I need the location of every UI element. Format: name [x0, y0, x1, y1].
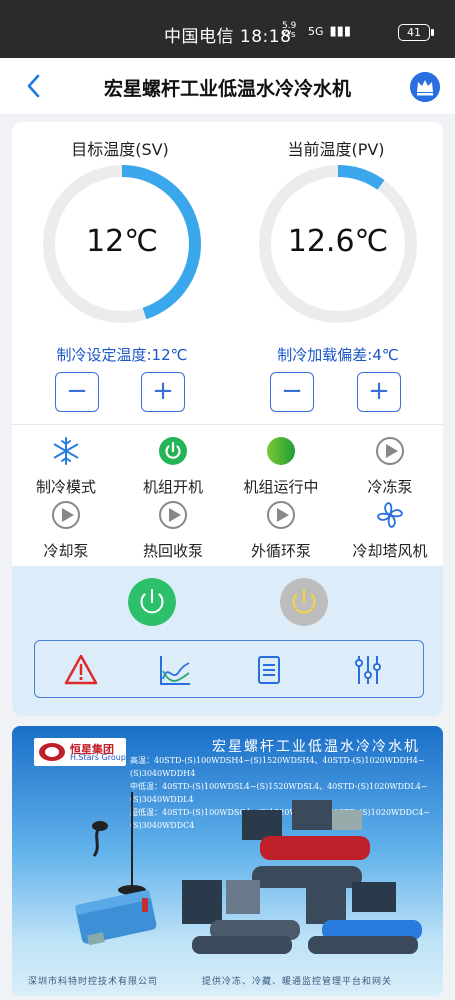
power-off-button[interactable] [280, 578, 328, 626]
status-icons: 5.9 K/s 5G ▮▮▮ [282, 22, 351, 40]
status-bar: 中国电信 18:18 5.9 K/s 5G ▮▮▮ 41 [0, 0, 455, 58]
gateway-device-illustration [75, 792, 157, 946]
play-gray-icon [267, 501, 295, 529]
signal-bars-icon: ▮▮▮ [329, 23, 351, 39]
setpoint-increase-button[interactable]: + [141, 372, 185, 412]
list-icon[interactable] [252, 653, 286, 687]
banner-service-description: 提供冷冻、冷藏、暖通监控管理平台和网关 [202, 977, 393, 987]
status-label: 机组运行中 [243, 478, 319, 496]
deviation-increase-button[interactable]: + [357, 372, 401, 412]
running-indicator-icon [267, 437, 295, 465]
play-gray-icon [159, 501, 187, 529]
current-gauge-arc [337, 165, 385, 190]
logo-mark-icon [39, 743, 65, 761]
trend-chart-icon[interactable] [158, 653, 192, 687]
snowflake-icon [53, 437, 79, 465]
company-logo: 恒星集团 H.Stars Group [34, 738, 126, 766]
cooling-setpoint-label: 制冷设定温度:12℃ [56, 346, 188, 364]
status-label: 外循环泵 [250, 542, 311, 560]
status-unit-running: 机组运行中 [226, 436, 336, 497]
app-header: 宏星螺杆工业低温水冷冷水机 [0, 58, 455, 114]
status-signal: 5G [308, 24, 324, 38]
model-line: 高温：40STD-(S)100WDSH4~(S)1520WDSH4、40STD-… [130, 756, 425, 778]
product-banner[interactable]: 恒星集团 H.Stars Group 宏星螺杆工业低温水冷冷水机 高温：40ST… [12, 726, 443, 996]
banner-title: 宏星螺杆工业低温水冷冷水机 [212, 739, 420, 755]
status-carrier-time: 中国电信 18:18 [164, 27, 292, 47]
status-label: 热回收泵 [142, 542, 203, 560]
status-cooling-tower-fan: 冷却塔风机 [335, 500, 443, 561]
logo-subtitle: H.Stars Group [70, 753, 126, 762]
status-net-speed: 5.9 K/s [282, 21, 297, 40]
page-title: 宏星螺杆工业低温水冷冷水机 [103, 78, 351, 100]
setpoint-decrease-button[interactable]: − [55, 372, 99, 412]
status-label: 制冷模式 [35, 478, 96, 496]
play-gray-icon [52, 501, 80, 529]
status-external-circulation-pump: 外循环泵 [226, 500, 336, 561]
banner-company-name: 深圳市科特时控技术有限公司 [28, 977, 159, 987]
status-label: 机组开机 [142, 478, 203, 496]
control-card: 目标温度(SV) 当前温度(PV) 12℃ 12.6℃ 制冷设定温度:12℃ 制… [12, 122, 443, 716]
status-cooling-mode: 制冷模式 [12, 436, 121, 497]
status-chilled-pump: 冷冻泵 [335, 436, 443, 497]
target-temp-value: 12℃ [86, 224, 158, 259]
current-temp-value: 12.6℃ [287, 224, 389, 259]
status-unit-on: 机组开机 [118, 436, 228, 497]
status-heat-recovery-pump: 热回收泵 [118, 500, 228, 561]
crown-icon[interactable] [410, 72, 440, 102]
chiller-machines-illustration [182, 800, 422, 954]
function-toolbar [34, 640, 424, 698]
power-on-button[interactable] [128, 578, 176, 626]
status-cooling-pump: 冷却泵 [12, 500, 121, 561]
cooling-deviation-label: 制冷加载偏差:4℃ [277, 346, 399, 364]
battery-indicator: 41 [398, 24, 434, 41]
status-label: 冷却塔风机 [352, 542, 428, 560]
settings-sliders-icon[interactable] [352, 653, 386, 687]
target-temp-label: 目标温度(SV) [71, 140, 169, 159]
status-label: 冷冻泵 [367, 478, 413, 496]
power-on-icon [159, 437, 187, 465]
status-label: 冷却泵 [43, 542, 89, 560]
deviation-decrease-button[interactable]: − [270, 372, 314, 412]
current-temp-label: 当前温度(PV) [287, 140, 385, 159]
fan-icon [377, 502, 403, 528]
divider [12, 424, 443, 425]
play-gray-icon [376, 437, 404, 465]
alarm-icon[interactable] [64, 653, 98, 687]
